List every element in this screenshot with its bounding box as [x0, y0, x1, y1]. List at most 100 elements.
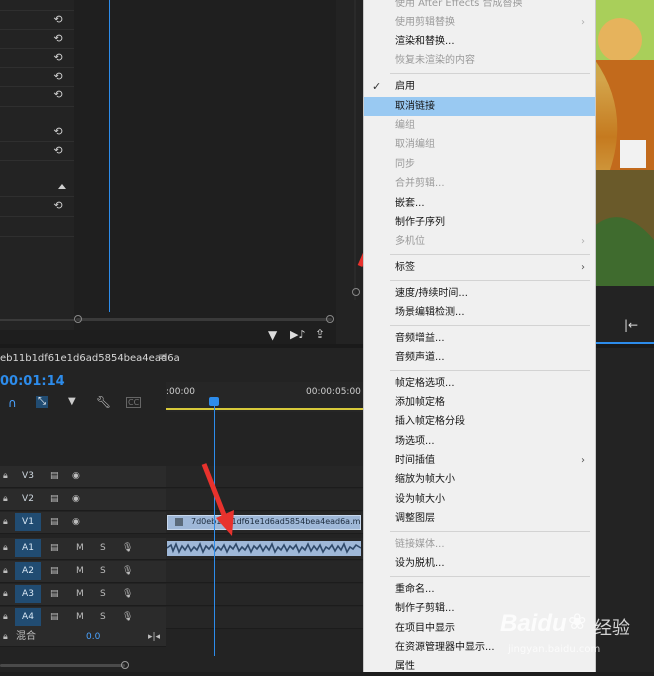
menu-item-frame-hold-options[interactable]: 帧定格选项... [364, 374, 595, 393]
menu-item-multi-camera[interactable]: 多机位 › [364, 232, 595, 251]
reset-icon[interactable]: ⟲ [52, 89, 64, 101]
menu-item-link-media[interactable]: 链接媒体... [364, 535, 595, 554]
sequence-tab[interactable]: eb11b1df61e1d6ad5854bea4ead6a [0, 353, 180, 364]
mix-value[interactable]: 0.0 [86, 628, 100, 646]
mute-button[interactable]: M [76, 584, 84, 605]
timecode-display[interactable]: 00:01:14 [0, 374, 65, 389]
export-icon[interactable]: ⇪ [315, 327, 325, 341]
track-label-a1[interactable]: A1 [15, 539, 41, 557]
sync-lock-icon[interactable]: ▤ [50, 466, 59, 487]
lock-icon[interactable]: 🔒︎ [3, 489, 8, 510]
menu-item-audio-gain[interactable]: 音频增益... [364, 329, 595, 348]
track-label-v1[interactable]: V1 [15, 513, 41, 531]
menu-item-group[interactable]: 编组 [364, 116, 595, 135]
menu-item-replace-with-ae[interactable]: 使用 After Effects 合成替换 [364, 0, 595, 13]
menu-item-add-frame-hold[interactable]: 添加帧定格 [364, 393, 595, 412]
menu-item-scale-to-frame-size[interactable]: 缩放为帧大小 [364, 470, 595, 489]
menu-item-nest[interactable]: 嵌套... [364, 194, 595, 213]
solo-button[interactable]: S [100, 561, 106, 582]
mute-button[interactable]: M [76, 607, 84, 628]
lock-icon[interactable]: 🔒︎ [3, 466, 8, 487]
time-ruler[interactable]: :00:00 00:00:05:00 [166, 382, 364, 412]
lock-icon[interactable]: 🔒︎ [3, 607, 8, 628]
sync-lock-icon[interactable]: ▤ [50, 584, 59, 605]
menu-item-speed-duration[interactable]: 速度/持续时间... [364, 284, 595, 303]
track-label-v3[interactable]: V3 [15, 467, 41, 485]
reset-icon[interactable]: ⟲ [52, 14, 64, 26]
track-area-a1[interactable] [166, 538, 376, 560]
reset-icon[interactable]: ⟲ [52, 33, 64, 45]
menu-item-replace-with-clip[interactable]: 使用剪辑替换 › [364, 13, 595, 32]
sync-lock-icon[interactable]: ▤ [50, 538, 59, 559]
eye-icon[interactable]: ◉ [72, 489, 80, 510]
menu-item-audio-channels[interactable]: 音频声道... [364, 348, 595, 367]
go-to-end-icon[interactable]: ▸|◂ [148, 628, 160, 646]
reset-icon[interactable]: ⟲ [52, 145, 64, 157]
menu-item-adjustment-layer[interactable]: 调整图层 [364, 509, 595, 528]
track-area-a3[interactable] [166, 584, 376, 606]
track-label-a4[interactable]: A4 [15, 608, 41, 626]
lock-icon[interactable]: 🔒︎ [3, 561, 8, 582]
collapse-triangle-icon[interactable] [58, 184, 66, 189]
menu-item-synchronize[interactable]: 同步 [364, 155, 595, 174]
solo-button[interactable]: S [100, 538, 106, 559]
menu-item-label[interactable]: 标签 › [364, 258, 595, 277]
menu-item-render-and-replace[interactable]: 渲染和替换... [364, 32, 595, 51]
filter-icon[interactable]: ▼ [268, 328, 277, 342]
microphone-icon[interactable]: 🎙︎ [122, 538, 133, 559]
eye-icon[interactable]: ◉ [72, 512, 80, 533]
panel-menu-icon[interactable]: ≡ [158, 352, 166, 363]
menu-item-scene-edit-detection[interactable]: 场景编辑检测... [364, 303, 595, 322]
track-label-a3[interactable]: A3 [15, 585, 41, 603]
sync-lock-icon[interactable]: ▤ [50, 512, 59, 533]
mute-button[interactable]: M [76, 538, 84, 559]
menu-item-unlink[interactable]: 取消链接 [364, 97, 595, 116]
effect-panel-scrollbar[interactable] [0, 314, 74, 326]
lock-icon[interactable]: 🔒︎ [3, 538, 8, 559]
menu-item-restore-unrendered[interactable]: 恢复未渲染的内容 [364, 51, 595, 70]
linked-selection-icon[interactable]: ⤡ [36, 396, 48, 408]
lock-icon[interactable]: 🔒︎ [3, 584, 8, 605]
microphone-icon[interactable]: 🎙︎ [122, 607, 133, 628]
marker-icon[interactable]: ▼ [68, 396, 76, 407]
sync-lock-icon[interactable]: ▤ [50, 489, 59, 510]
captions-icon[interactable]: CC [126, 397, 142, 408]
menu-item-insert-frame-hold-segment[interactable]: 插入帧定格分段 [364, 412, 595, 431]
step-back-icon[interactable]: |← [624, 318, 638, 332]
menu-item-set-to-frame-size[interactable]: 设为帧大小 [364, 490, 595, 509]
scroll-handle-left[interactable] [74, 315, 82, 323]
timeline-scroll-handle[interactable] [121, 661, 129, 669]
wrench-icon[interactable]: 🔧︎ [96, 395, 111, 409]
microphone-icon[interactable]: 🎙︎ [122, 584, 133, 605]
sync-lock-icon[interactable]: ▤ [50, 607, 59, 628]
audio-clip[interactable] [167, 541, 361, 556]
menu-item-time-interpolation[interactable]: 时间插值 › [364, 451, 595, 470]
snap-icon[interactable]: ∩ [8, 396, 17, 410]
reset-icon[interactable]: ⟲ [52, 52, 64, 64]
reset-icon[interactable]: ⟲ [52, 200, 64, 212]
solo-button[interactable]: S [100, 607, 106, 628]
menu-item-field-options[interactable]: 场选项... [364, 432, 595, 451]
mute-button[interactable]: M [76, 561, 84, 582]
scroll-handle-right[interactable] [326, 315, 334, 323]
lock-icon[interactable]: 🔒︎ [3, 628, 8, 646]
track-label-a2[interactable]: A2 [15, 562, 41, 580]
eye-icon[interactable]: ◉ [72, 466, 80, 487]
menu-item-enable[interactable]: ✓ 启用 [364, 77, 595, 96]
timeline-scrollbar[interactable] [0, 664, 125, 667]
solo-button[interactable]: S [100, 584, 106, 605]
audio-play-icon[interactable]: ▶♪ [290, 328, 305, 341]
microphone-icon[interactable]: 🎙︎ [122, 561, 133, 582]
reset-icon[interactable]: ⟲ [52, 71, 64, 83]
menu-item-rename[interactable]: 重命名... [364, 580, 595, 599]
sync-lock-icon[interactable]: ▤ [50, 561, 59, 582]
menu-item-ungroup[interactable]: 取消编组 [364, 135, 595, 154]
track-area-a4[interactable] [166, 607, 376, 629]
menu-item-make-subsequence[interactable]: 制作子序列 [364, 213, 595, 232]
track-area-a2[interactable] [166, 561, 376, 583]
monitor-playhead-handle[interactable] [352, 288, 360, 296]
lock-icon[interactable]: 🔒︎ [3, 512, 8, 533]
track-label-v2[interactable]: V2 [15, 490, 41, 508]
playhead-handle[interactable] [209, 397, 219, 406]
menu-item-make-offline[interactable]: 设为脱机... [364, 554, 595, 573]
